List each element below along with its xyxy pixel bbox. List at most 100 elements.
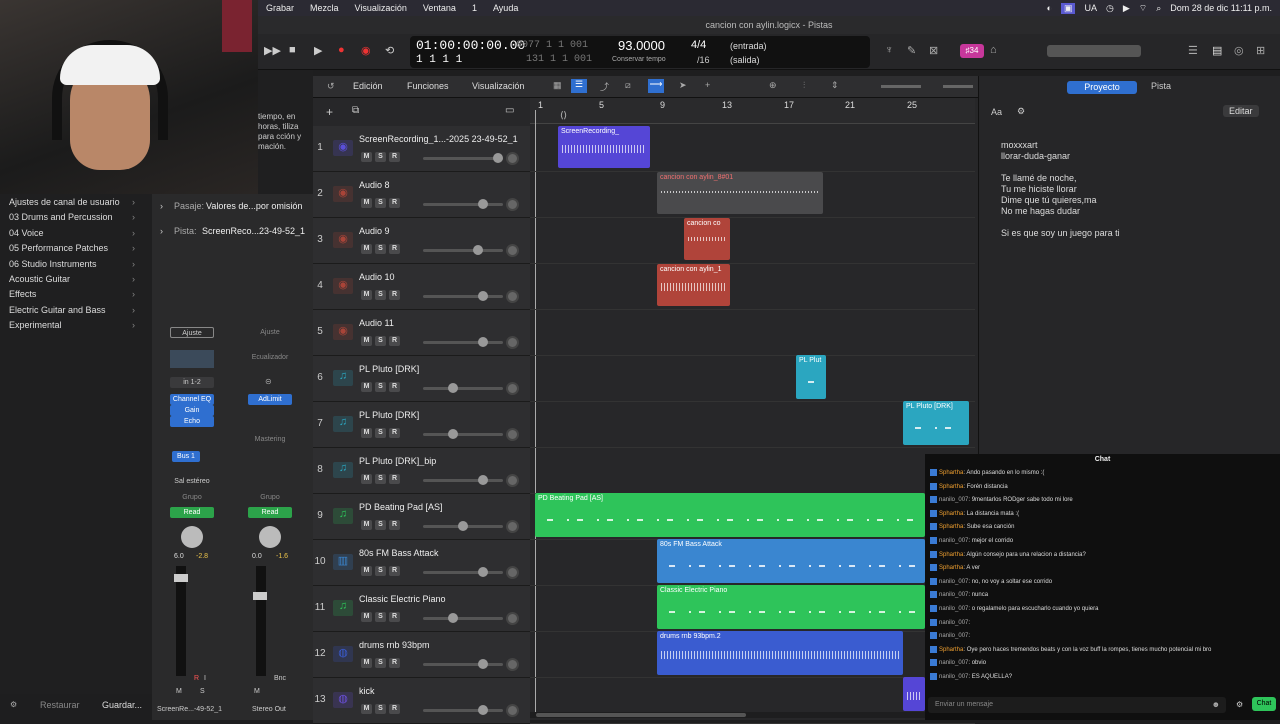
strip1-setting[interactable]: Ajuste <box>170 327 214 338</box>
track-lane[interactable] <box>530 310 975 356</box>
menu-funciones[interactable]: Funciones <box>407 81 449 91</box>
pista-value[interactable]: ScreenReco...23-49-52_1 <box>202 226 305 236</box>
track-header[interactable]: 12 ◍ drums rnb 93bpm M S R <box>313 632 530 678</box>
solo-button[interactable]: S <box>375 474 386 484</box>
strip2-pan-knob[interactable] <box>259 526 281 548</box>
track-name[interactable]: Audio 9 <box>359 226 524 236</box>
disclosure-icon[interactable]: › <box>160 226 163 236</box>
track-name[interactable]: kick <box>359 686 524 696</box>
region-kick[interactable] <box>903 677 925 711</box>
track-name[interactable]: PL Pluto [DRK] <box>359 410 524 420</box>
volume-slider[interactable] <box>423 383 503 393</box>
volume-knob[interactable] <box>448 429 458 439</box>
mute-button[interactable]: M <box>361 474 372 484</box>
mute-button[interactable]: M <box>361 336 372 346</box>
record-enable-button[interactable]: R <box>389 428 400 438</box>
chat-username[interactable]: Sphartha <box>939 511 963 517</box>
chat-username[interactable]: Sphartha <box>939 565 963 571</box>
track-header[interactable]: 3 ◉ Audio 9 MSR <box>313 218 530 264</box>
play-button[interactable]: ▶ <box>314 44 322 57</box>
track-name[interactable]: Audio 11 <box>359 318 524 328</box>
record-enable-button[interactable]: R <box>389 244 400 254</box>
track-header[interactable]: 2 ◉ Audio 8 MSR <box>313 172 530 218</box>
mute-button[interactable]: M <box>361 382 372 392</box>
mute-button[interactable]: M <box>361 198 372 208</box>
mute-button[interactable]: M <box>361 244 372 254</box>
chat-username[interactable]: Sphartha <box>939 470 963 476</box>
strip2-mastering[interactable]: Mastering <box>248 434 292 445</box>
solo-button[interactable]: S <box>375 612 386 622</box>
strip2-group[interactable]: Grupo <box>248 492 292 503</box>
mute-button[interactable]: M <box>361 428 372 438</box>
record-enable-button[interactable]: R <box>389 612 400 622</box>
pan-knob[interactable] <box>506 704 519 717</box>
track-lane[interactable] <box>530 218 975 264</box>
library-item[interactable]: 04 Voice <box>9 228 44 238</box>
record-enable-button[interactable]: R <box>389 704 400 714</box>
region-pl-pluto[interactable]: PL Pluto [DRK] <box>903 401 969 445</box>
track-name[interactable]: Audio 10 <box>359 272 524 282</box>
catch-icon[interactable]: ⟶ <box>648 79 664 93</box>
library-item[interactable]: Acoustic Guitar <box>9 274 70 284</box>
volume-slider[interactable] <box>423 567 503 577</box>
volume-knob[interactable] <box>478 567 488 577</box>
browser-icon[interactable]: ⊞ <box>1256 44 1265 57</box>
strip1-automation[interactable]: Read <box>170 507 214 518</box>
mute-button[interactable]: M <box>361 704 372 714</box>
volume-knob[interactable] <box>478 337 488 347</box>
metronome-icon[interactable]: ⊠ <box>929 44 938 57</box>
lyrics-text[interactable]: moxxxart llorar-duda-ganar Te llamé de n… <box>1001 140 1261 239</box>
list-view-icon[interactable]: ☰ <box>571 79 587 93</box>
edit-button[interactable]: Editar <box>1223 105 1259 117</box>
emoji-icon[interactable]: ☻ <box>1212 700 1220 709</box>
track-header[interactable]: 10 ▥ 80s FM Bass Attack M S R <box>313 540 530 586</box>
mute-button[interactable]: M <box>361 658 372 668</box>
track-lane[interactable] <box>530 448 975 494</box>
volume-knob[interactable] <box>478 705 488 715</box>
pan-knob[interactable] <box>506 244 519 257</box>
region-drums[interactable]: drums rnb 93bpm.2 <box>657 631 903 675</box>
strip1-input[interactable]: in 1-2 <box>170 377 214 388</box>
tab-proyecto[interactable]: Proyecto <box>1067 81 1137 94</box>
solo-button[interactable]: S <box>375 290 386 300</box>
record-enable-button[interactable]: R <box>389 566 400 576</box>
track-name[interactable]: 80s FM Bass Attack <box>359 548 524 558</box>
record-button[interactable]: ● <box>338 44 345 56</box>
track-name[interactable]: Audio 8 <box>359 180 524 190</box>
settings-icon[interactable]: ⚙ <box>1017 106 1025 117</box>
solo-button[interactable]: S <box>375 520 386 530</box>
solo-button[interactable]: S <box>375 336 386 346</box>
curve-icon[interactable]: ⤴ <box>600 80 609 93</box>
chat-username[interactable]: nanilo_007 <box>939 674 968 680</box>
volume-knob[interactable] <box>478 199 488 209</box>
track-header[interactable]: 8 ♫ PL Pluto [DRK]_bip M S R <box>313 448 530 494</box>
track-header[interactable]: 6 ♫ PL Pluto [DRK] M S R <box>313 356 530 402</box>
volume-slider[interactable] <box>423 521 503 531</box>
vertical-zoom-slider[interactable] <box>881 85 921 88</box>
strip2-eq[interactable]: Ecualizador <box>248 352 292 363</box>
pan-knob[interactable] <box>506 428 519 441</box>
pan-knob[interactable] <box>506 382 519 395</box>
volume-knob[interactable] <box>493 153 503 163</box>
duplicate-track-icon[interactable]: ⧉ <box>352 105 359 116</box>
track-lane[interactable] <box>530 356 975 402</box>
chat-username[interactable]: nanilo_007 <box>939 592 968 598</box>
eq-thumbnail[interactable] <box>170 350 214 368</box>
mute-button[interactable]: M <box>361 152 372 162</box>
horizontal-zoom-slider[interactable] <box>943 85 973 88</box>
menu-visualizacion[interactable]: Visualización <box>347 3 415 13</box>
chat-username[interactable]: nanilo_007 <box>939 497 968 503</box>
wrench-icon[interactable]: ✎ <box>907 44 916 57</box>
solo-button[interactable]: S <box>375 704 386 714</box>
cycle-icon[interactable]: ⟲ <box>385 44 394 57</box>
record-enable-button[interactable]: R <box>389 152 400 162</box>
strip1-mute[interactable]: M <box>176 688 182 695</box>
chat-username[interactable]: Sphartha <box>939 524 963 530</box>
global-tracks-icon[interactable]: ▭ <box>505 105 514 116</box>
chat-username[interactable]: nanilo_007 <box>939 660 968 666</box>
disclosure-icon[interactable]: › <box>160 201 163 211</box>
input-icon[interactable]: ▣ <box>1060 2 1076 14</box>
keyboard-lang[interactable]: UA <box>1084 3 1097 13</box>
track-name[interactable]: PL Pluto [DRK] <box>359 364 524 374</box>
plugin-slot[interactable]: Gain <box>170 405 214 416</box>
